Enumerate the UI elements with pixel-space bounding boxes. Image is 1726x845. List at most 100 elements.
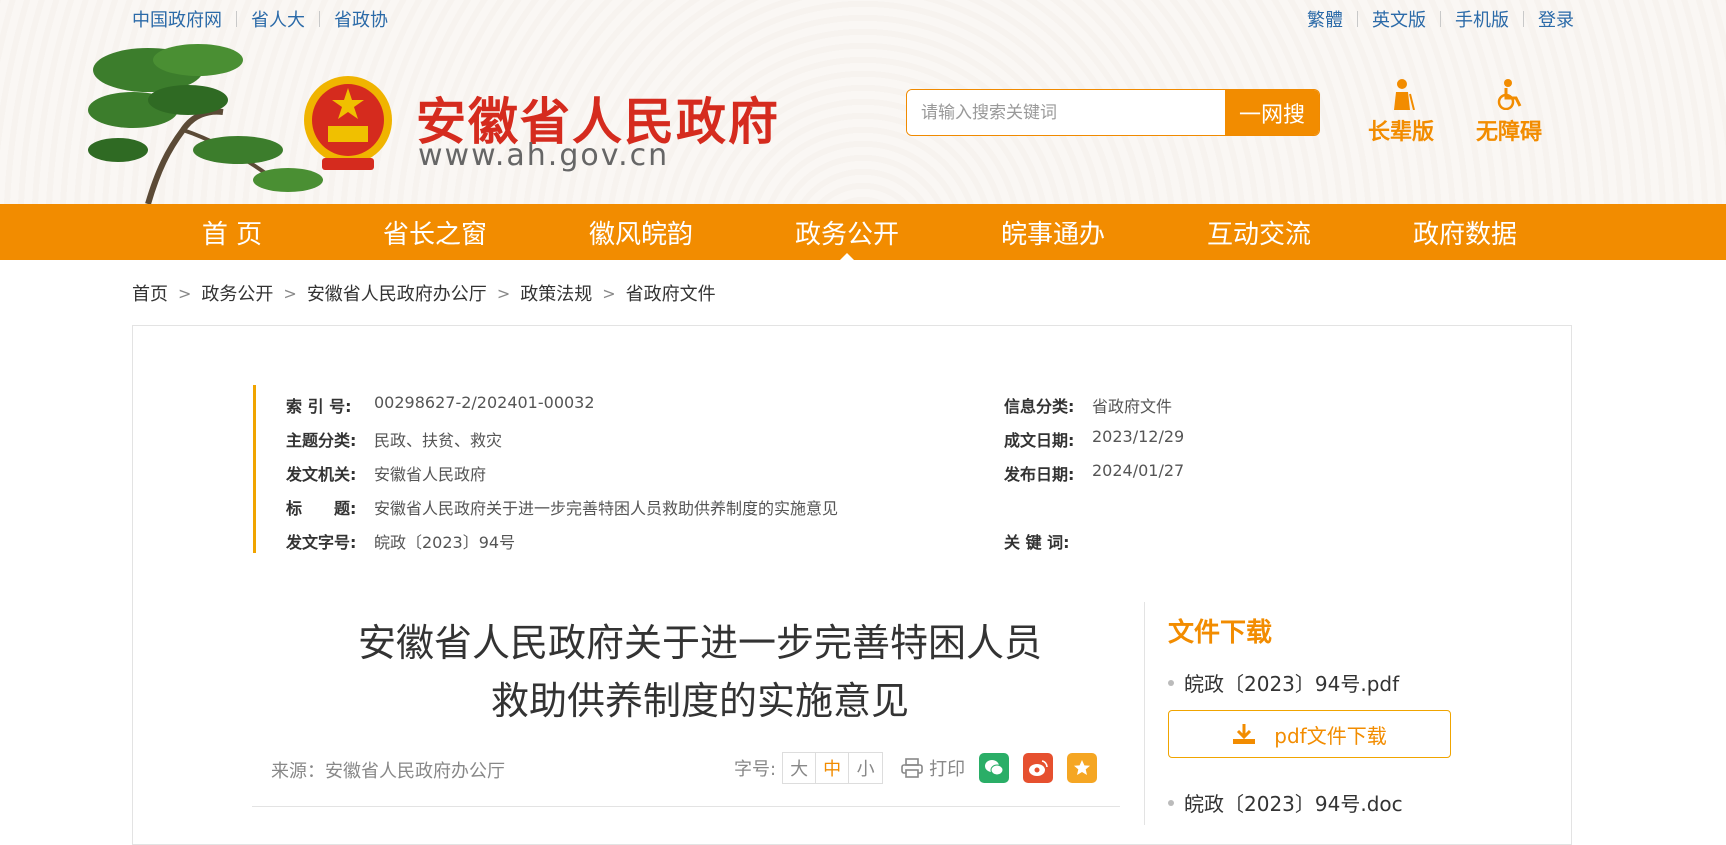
search-button[interactable]: 一网搜 bbox=[1225, 90, 1319, 135]
nav-culture[interactable]: 徽风皖韵 bbox=[576, 204, 706, 260]
search-input[interactable] bbox=[907, 90, 1225, 135]
wechat-share-button[interactable] bbox=[979, 753, 1010, 783]
meta-category: 信息分类: 省政府文件 bbox=[1004, 393, 1172, 417]
nav-gov-data[interactable]: 政府数据 bbox=[1400, 204, 1530, 260]
meta-title: 标 题: 安徽省人民政府关于进一步完善特困人员救助供养制度的实施意见 bbox=[286, 495, 838, 519]
breadcrumb-general-office[interactable]: 安徽省人民政府办公厅 bbox=[307, 280, 487, 306]
font-size-medium[interactable]: 中 bbox=[816, 753, 850, 783]
meta-keywords-key: 关 键 词: bbox=[1004, 533, 1070, 552]
link-provincial-cppcc[interactable]: 省政协 bbox=[334, 6, 388, 32]
meta-title-value: 安徽省人民政府关于进一步完善特困人员救助供养制度的实施意见 bbox=[374, 499, 839, 518]
chevron-right-icon: > bbox=[496, 283, 511, 303]
link-provincial-congress[interactable]: 省人大 bbox=[251, 6, 305, 32]
download-file-doc-name: 皖政〔2023〕94号.doc bbox=[1184, 792, 1403, 816]
meta-keywords: 关 键 词: bbox=[1004, 529, 1092, 553]
meta-docno-key: 发文字号: bbox=[286, 533, 357, 552]
font-size-large[interactable]: 大 bbox=[783, 753, 817, 783]
meta-topic: 主题分类: 民政、扶贫、救灾 bbox=[286, 427, 502, 451]
meta-docno: 发文字号: 皖政〔2023〕94号 bbox=[286, 529, 515, 553]
nav-interaction[interactable]: 互动交流 bbox=[1194, 204, 1324, 260]
divider bbox=[1523, 11, 1524, 27]
meta-topic-value: 民政、扶贫、救灾 bbox=[374, 431, 503, 450]
pdf-download-button[interactable]: pdf文件下载 bbox=[1168, 710, 1451, 758]
top-links-left: 中国政府网 省人大 省政协 bbox=[132, 6, 388, 32]
link-mobile[interactable]: 手机版 bbox=[1455, 6, 1509, 32]
bullet-icon bbox=[1168, 799, 1174, 806]
divider bbox=[1440, 11, 1441, 27]
national-emblem-icon bbox=[304, 76, 392, 170]
meta-title-key: 标 题: bbox=[286, 499, 357, 518]
star-icon bbox=[1074, 760, 1091, 775]
pdf-download-label: pdf文件下载 bbox=[1274, 723, 1387, 748]
download-file-doc[interactable]: 皖政〔2023〕94号.doc bbox=[1168, 788, 1403, 817]
wheelchair-icon bbox=[1497, 79, 1522, 110]
pine-tree-logo bbox=[88, 44, 323, 204]
accessibility-button[interactable]: 无障碍 bbox=[1476, 78, 1542, 146]
print-button[interactable]: 打印 bbox=[901, 755, 965, 781]
accessibility-label: 无障碍 bbox=[1476, 120, 1543, 145]
main-nav: 首 页 省长之窗 徽风皖韵 政务公开 皖事通办 互动交流 政府数据 bbox=[0, 204, 1726, 260]
article-title: 安徽省人民政府关于进一步完善特困人员 救助供养制度的实施意见 bbox=[300, 614, 1100, 730]
breadcrumb-provincial-docs[interactable]: 省政府文件 bbox=[626, 280, 716, 306]
download-file-pdf-name: 皖政〔2023〕94号.pdf bbox=[1184, 672, 1400, 696]
divider bbox=[319, 11, 320, 27]
search-bar: 一网搜 bbox=[906, 89, 1320, 136]
font-size-small[interactable]: 小 bbox=[849, 753, 882, 783]
meta-issuer-value: 安徽省人民政府 bbox=[374, 465, 487, 484]
article-tools: 字号: 大 中 小 打印 bbox=[734, 752, 1098, 784]
breadcrumb-policies[interactable]: 政策法规 bbox=[520, 280, 592, 306]
meta-index-key: 索 引 号: bbox=[286, 397, 352, 416]
meta-written-date: 成文日期: 2023/12/29 bbox=[1004, 427, 1184, 451]
breadcrumb-gov-affairs[interactable]: 政务公开 bbox=[201, 280, 273, 306]
site-header: 中国政府网 省人大 省政协 繁體 英文版 手机版 登录 安徽省人民政府 www.… bbox=[0, 0, 1726, 204]
article-title-line-1: 安徽省人民政府关于进一步完善特困人员 bbox=[357, 621, 1042, 665]
chevron-right-icon: > bbox=[178, 283, 192, 303]
downloads-title: 文件下载 bbox=[1168, 618, 1273, 648]
wechat-icon bbox=[985, 760, 1004, 776]
document-metadata: 索 引 号: 00298627-2/202401-00032 主题分类: 民政、… bbox=[253, 385, 1353, 553]
nav-gov-affairs[interactable]: 政务公开 bbox=[782, 204, 912, 260]
link-english[interactable]: 英文版 bbox=[1372, 6, 1426, 32]
sidebar-divider bbox=[1144, 602, 1145, 825]
meta-written-key: 成文日期: bbox=[1004, 431, 1075, 450]
nav-governor[interactable]: 省长之窗 bbox=[370, 204, 500, 260]
link-traditional-chinese[interactable]: 繁體 bbox=[1307, 6, 1343, 32]
nav-home[interactable]: 首 页 bbox=[170, 204, 294, 260]
link-gov-cn[interactable]: 中国政府网 bbox=[132, 6, 222, 32]
meta-written-value: 2023/12/29 bbox=[1092, 427, 1185, 446]
top-links-right: 繁體 英文版 手机版 登录 bbox=[1307, 6, 1574, 32]
font-size-label: 字号: bbox=[734, 759, 777, 780]
meta-docno-value: 皖政〔2023〕94号 bbox=[374, 533, 516, 552]
elder-icon bbox=[1394, 79, 1415, 110]
article-title-line-2: 救助供养制度的实施意见 bbox=[490, 679, 909, 723]
printer-icon bbox=[901, 758, 923, 778]
nav-services[interactable]: 皖事通办 bbox=[988, 204, 1118, 260]
divider bbox=[1357, 11, 1358, 27]
breadcrumb: 首页 > 政务公开 > 安徽省人民政府办公厅 > 政策法规 > 省政府文件 bbox=[132, 280, 716, 306]
meta-index-value: 00298627-2/202401-00032 bbox=[374, 393, 595, 412]
article-divider bbox=[252, 806, 1120, 807]
meta-published-date: 发布日期: 2024/01/27 bbox=[1004, 461, 1184, 485]
meta-published-value: 2024/01/27 bbox=[1092, 461, 1185, 480]
favorite-button[interactable] bbox=[1067, 753, 1098, 783]
meta-category-key: 信息分类: bbox=[1004, 397, 1075, 416]
download-file-pdf[interactable]: 皖政〔2023〕94号.pdf bbox=[1168, 668, 1399, 697]
meta-index: 索 引 号: 00298627-2/202401-00032 bbox=[286, 393, 595, 417]
active-nav-indicator bbox=[840, 253, 854, 260]
elder-mode-label: 长辈版 bbox=[1368, 120, 1435, 145]
bullet-icon bbox=[1168, 679, 1174, 686]
chevron-right-icon: > bbox=[602, 283, 616, 303]
meta-issuer-key: 发文机关: bbox=[286, 465, 357, 484]
nav-gov-affairs-label: 政务公开 bbox=[794, 219, 899, 250]
weibo-share-button[interactable] bbox=[1023, 753, 1054, 783]
font-size-switcher: 大 中 小 bbox=[782, 752, 884, 784]
article-source: 来源：安徽省人民政府办公厅 bbox=[271, 761, 505, 782]
print-label: 打印 bbox=[929, 759, 966, 780]
weibo-icon bbox=[1029, 760, 1048, 776]
breadcrumb-home[interactable]: 首页 bbox=[132, 280, 168, 306]
link-login[interactable]: 登录 bbox=[1538, 6, 1574, 32]
elder-mode-button[interactable]: 长辈版 bbox=[1368, 78, 1434, 146]
meta-issuer: 发文机关: 安徽省人民政府 bbox=[286, 461, 486, 485]
chevron-right-icon: > bbox=[283, 283, 297, 303]
meta-category-value: 省政府文件 bbox=[1092, 397, 1173, 416]
